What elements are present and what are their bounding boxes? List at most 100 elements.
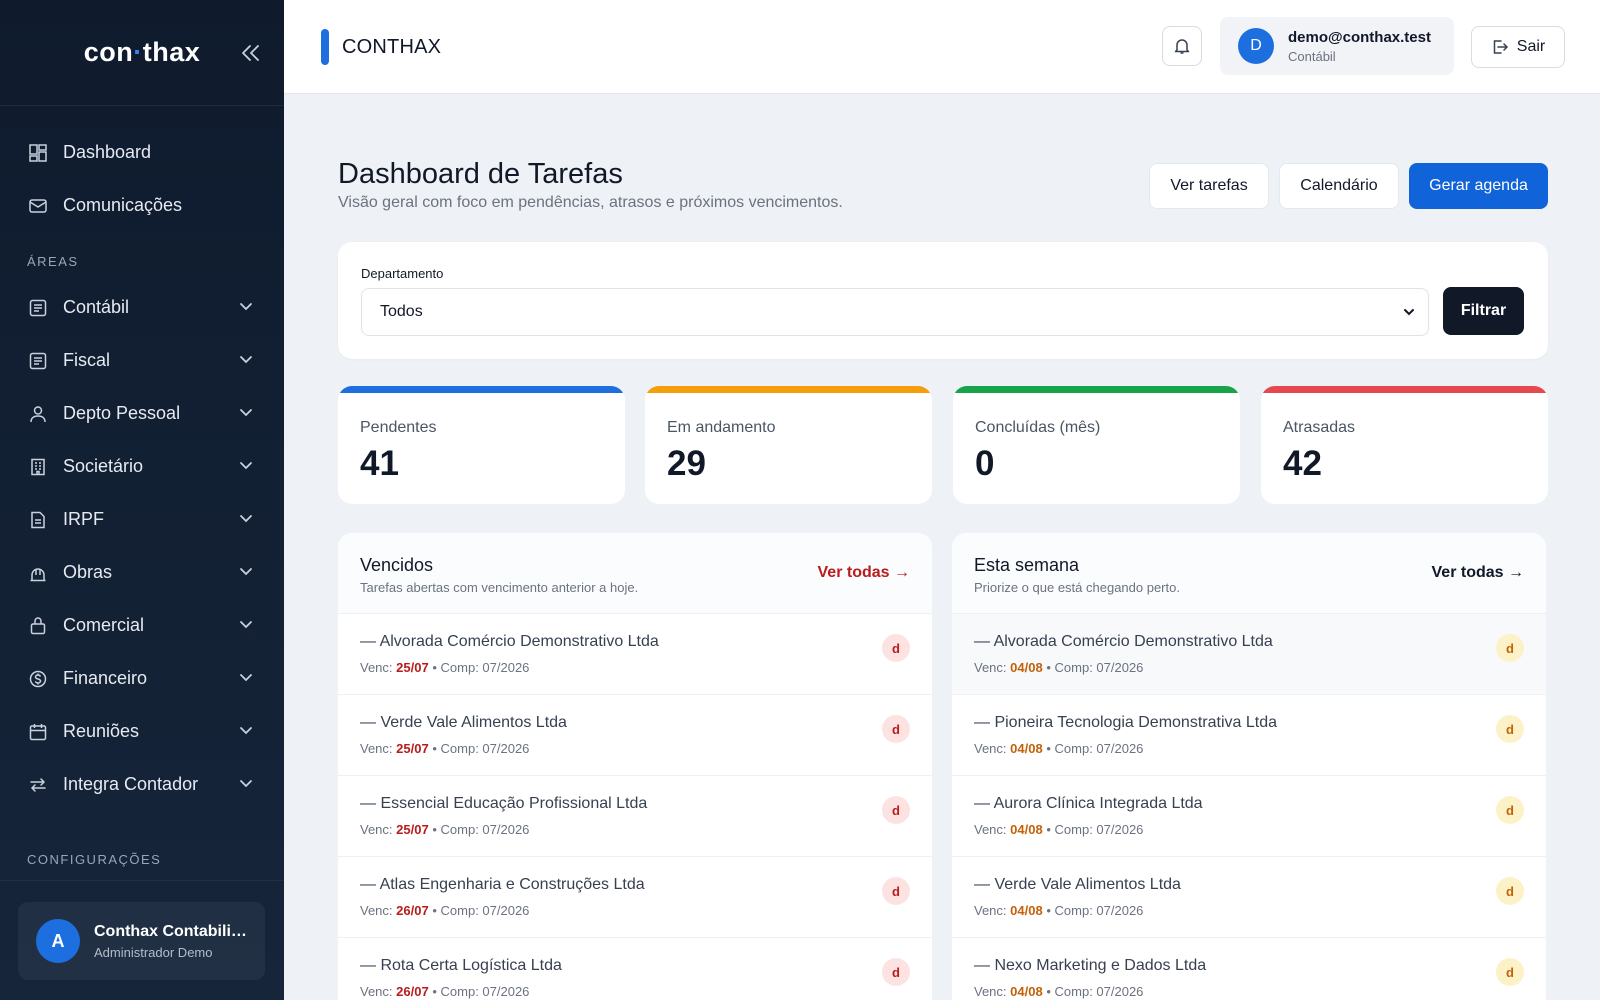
task-company-name: — Pioneira Tecnologia Demonstrativa Ltda bbox=[974, 714, 1277, 731]
stat-accent-bar bbox=[338, 386, 625, 393]
chevron-down-icon bbox=[240, 674, 252, 682]
notifications-button[interactable] bbox=[1162, 26, 1202, 66]
task-meta: Venc: 04/08 • Comp: 07/2026 bbox=[974, 741, 1143, 756]
task-meta: Venc: 04/08 • Comp: 07/2026 bbox=[974, 903, 1143, 918]
sidebar-item-label: Financeiro bbox=[63, 668, 148, 688]
task-row[interactable]: — Alvorada Comércio Demonstrativo Ltda Ve… bbox=[952, 614, 1546, 695]
dollar-icon bbox=[28, 669, 48, 689]
task-row[interactable]: — Essencial Educação Profissional Ltda Ve… bbox=[338, 776, 932, 857]
this-week-panel: Esta semana Priorize o que está chegando… bbox=[952, 533, 1546, 1000]
task-meta: Venc: 25/07 • Comp: 07/2026 bbox=[360, 741, 529, 756]
task-row[interactable]: — Verde Vale Alimentos Ltda Venc: 25/07 •… bbox=[338, 695, 932, 776]
task-meta: Venc: 25/07 • Comp: 07/2026 bbox=[360, 822, 529, 837]
view-all-week-link[interactable]: Ver todas → bbox=[1432, 564, 1524, 582]
due-label: Venc: bbox=[974, 660, 1007, 675]
due-date: 26/07 bbox=[396, 984, 429, 999]
logout-button[interactable]: Sair bbox=[1471, 26, 1565, 68]
task-company-name: — Verde Vale Alimentos Ltda bbox=[974, 876, 1181, 893]
chevron-down-icon bbox=[240, 727, 252, 735]
sidebar-item-depto-pessoal[interactable]: Depto Pessoal bbox=[0, 387, 284, 440]
view-all-overdue-link[interactable]: Ver todas → bbox=[818, 564, 910, 582]
sidebar-item-irpf[interactable]: IRPF bbox=[0, 493, 284, 546]
due-label: Venc: bbox=[360, 903, 393, 918]
sidebar-item-contabil[interactable]: Contábil bbox=[0, 281, 284, 334]
this-week-list: — Alvorada Comércio Demonstrativo Ltda Ve… bbox=[952, 614, 1546, 1000]
due-date: 04/08 bbox=[1010, 741, 1043, 756]
stat-accent-bar bbox=[1261, 386, 1548, 393]
due-date: 25/07 bbox=[396, 822, 429, 837]
task-row[interactable]: — Rota Certa Logística Ltda Venc: 26/07 •… bbox=[338, 938, 932, 1000]
user-role: Administrador Demo bbox=[94, 944, 213, 960]
generate-agenda-button[interactable]: Gerar agenda bbox=[1409, 163, 1548, 209]
user-name: Conthax Contabilidade bbox=[94, 922, 254, 940]
swap-icon bbox=[28, 775, 48, 795]
separator-dot: • bbox=[432, 741, 437, 756]
logout-icon bbox=[1493, 40, 1508, 54]
task-company-name: — Rota Certa Logística Ltda bbox=[360, 957, 562, 974]
task-company-name: — Nexo Marketing e Dados Ltda bbox=[974, 957, 1207, 974]
sidebar-item-comercial[interactable]: Comercial bbox=[0, 599, 284, 652]
page-subtitle: Visão geral com foco em pendências, atra… bbox=[338, 194, 843, 211]
separator-dot: • bbox=[1046, 903, 1051, 918]
separator-dot: • bbox=[432, 984, 437, 999]
sidebar-item-label: Reuniões bbox=[63, 721, 140, 741]
panel-title: Vencidos bbox=[360, 555, 434, 575]
stat-value: 41 bbox=[360, 444, 399, 483]
competence: Comp: 07/2026 bbox=[440, 741, 530, 756]
sidebar-item-label: Comercial bbox=[63, 615, 145, 635]
due-label: Venc: bbox=[974, 741, 1007, 756]
account-menu[interactable]: D demo@conthax.test Contábil bbox=[1220, 17, 1454, 75]
task-row[interactable]: — Nexo Marketing e Dados Ltda Venc: 04/08… bbox=[952, 938, 1546, 1000]
task-row[interactable]: — Atlas Engenharia e Construções Ltda Ven… bbox=[338, 857, 932, 938]
competence: Comp: 07/2026 bbox=[1054, 741, 1144, 756]
section-label-configuracoes: CONFIGURAÇÕES bbox=[27, 852, 162, 867]
due-label: Venc: bbox=[974, 984, 1007, 999]
task-row[interactable]: — Verde Vale Alimentos Ltda Venc: 04/08 •… bbox=[952, 857, 1546, 938]
status-badge: d bbox=[1496, 715, 1524, 743]
sidebar-item-dashboard[interactable]: Dashboard bbox=[0, 126, 284, 179]
sidebar-item-societario[interactable]: Societário bbox=[0, 440, 284, 493]
stat-accent-bar bbox=[645, 386, 932, 393]
stat-card-atrasadas: Atrasadas 42 bbox=[1261, 386, 1548, 504]
due-date: 25/07 bbox=[396, 660, 429, 675]
department-select[interactable]: Todos bbox=[361, 288, 1429, 336]
overdue-list: — Alvorada Comércio Demonstrativo Ltda Ve… bbox=[338, 614, 932, 1000]
filter-button[interactable]: Filtrar bbox=[1443, 287, 1524, 335]
ledger-icon bbox=[28, 298, 48, 318]
user-profile-card[interactable]: A Conthax Contabilidade Administrador De… bbox=[18, 902, 265, 980]
collapse-sidebar-icon[interactable] bbox=[238, 40, 264, 66]
sidebar-item-label: Contábil bbox=[63, 297, 130, 317]
sidebar-item-comunicacoes[interactable]: Comunicações bbox=[0, 179, 284, 232]
task-company-name: — Verde Vale Alimentos Ltda bbox=[360, 714, 567, 731]
sidebar-item-financeiro[interactable]: Financeiro bbox=[0, 652, 284, 705]
chevron-down-icon bbox=[240, 568, 252, 576]
task-row[interactable]: — Aurora Clínica Integrada Ltda Venc: 04/… bbox=[952, 776, 1546, 857]
task-row[interactable]: — Alvorada Comércio Demonstrativo Ltda Ve… bbox=[338, 614, 932, 695]
task-row[interactable]: — Pioneira Tecnologia Demonstrativa Ltda… bbox=[952, 695, 1546, 776]
overdue-panel: Vencidos Tarefas abertas com vencimento … bbox=[338, 533, 932, 1000]
stat-value: 29 bbox=[667, 444, 706, 483]
stat-value: 0 bbox=[975, 444, 995, 483]
sidebar-item-reunioes[interactable]: Reuniões bbox=[0, 705, 284, 758]
sidebar-item-fiscal[interactable]: Fiscal bbox=[0, 334, 284, 387]
sidebar-item-label: Dashboard bbox=[63, 142, 152, 162]
sidebar-item-label: Integra Contador bbox=[63, 774, 199, 794]
due-date: 26/07 bbox=[396, 903, 429, 918]
sidebar-item-obras[interactable]: Obras bbox=[0, 546, 284, 599]
status-badge: d bbox=[882, 796, 910, 824]
status-badge: d bbox=[882, 634, 910, 662]
view-tasks-button[interactable]: Ver tarefas bbox=[1149, 163, 1269, 209]
panel-title: Esta semana bbox=[974, 555, 1080, 575]
status-badge: d bbox=[882, 715, 910, 743]
avatar: D bbox=[1238, 28, 1274, 64]
account-email: demo@conthax.test bbox=[1288, 28, 1431, 46]
due-date: 04/08 bbox=[1010, 822, 1043, 837]
calendar-button[interactable]: Calendário bbox=[1279, 163, 1399, 209]
sidebar: con·thax Dashboard Comunicações ÁREAS Co… bbox=[0, 0, 284, 1000]
logo[interactable]: con·thax bbox=[84, 37, 201, 68]
task-meta: Venc: 25/07 • Comp: 07/2026 bbox=[360, 660, 529, 675]
sidebar-item-label: Societário bbox=[63, 456, 144, 476]
sidebar-item-integra-contador[interactable]: Integra Contador bbox=[0, 758, 284, 811]
building-icon bbox=[28, 457, 48, 477]
stat-card-em-andamento: Em andamento 29 bbox=[645, 386, 932, 504]
